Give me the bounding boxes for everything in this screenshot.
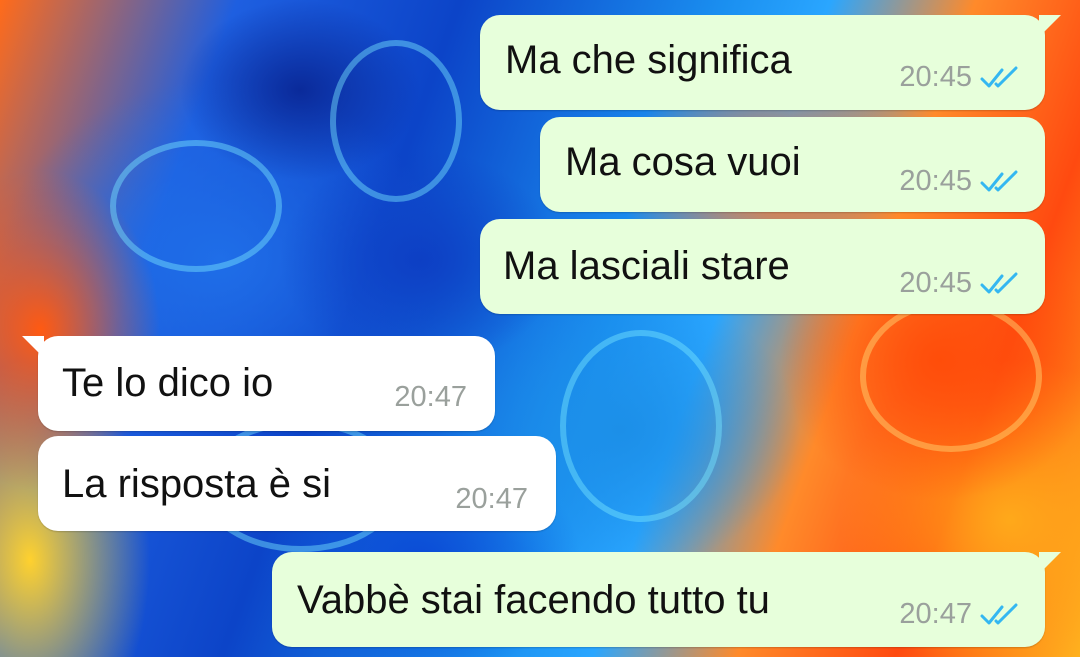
wallpaper-swirl <box>860 300 1042 452</box>
read-double-check-icon <box>980 603 1018 624</box>
message-time: 20:45 <box>899 165 972 197</box>
bubble-tail <box>1039 552 1061 574</box>
wallpaper-swirl <box>110 140 282 272</box>
outgoing-message-bubble[interactable]: Ma che significa 20:45 <box>480 15 1061 110</box>
incoming-message-bubble[interactable]: La risposta è si 20:47 <box>38 436 556 531</box>
outgoing-message-bubble[interactable]: Vabbè stai facendo tutto tu 20:47 <box>272 552 1061 647</box>
message-time: 20:47 <box>899 598 972 630</box>
message-meta: 20:47 <box>455 485 528 514</box>
message-text: Ma lasciali stare <box>503 244 790 288</box>
bubble-tail <box>1039 15 1061 37</box>
message-meta: 20:45 <box>899 63 1022 92</box>
message-text: Te lo dico io <box>62 361 274 405</box>
message-time: 20:45 <box>899 61 972 93</box>
read-double-check-icon <box>980 66 1018 87</box>
message-meta: 20:47 <box>394 383 467 412</box>
message-time: 20:47 <box>394 381 467 413</box>
message-text: Ma cosa vuoi <box>565 140 801 184</box>
message-text: Vabbè stai facendo tutto tu <box>297 578 770 622</box>
outgoing-message-bubble[interactable]: Ma cosa vuoi 20:45 <box>540 117 1045 212</box>
outgoing-message-bubble[interactable]: Ma lasciali stare 20:45 <box>480 219 1045 314</box>
message-meta: 20:45 <box>899 269 1022 298</box>
message-meta: 20:47 <box>899 600 1022 629</box>
incoming-message-bubble[interactable]: Te lo dico io 20:47 <box>22 336 495 431</box>
read-double-check-icon <box>980 170 1018 191</box>
wallpaper-swirl <box>560 330 722 522</box>
message-meta: 20:45 <box>899 167 1022 196</box>
message-time: 20:47 <box>455 483 528 515</box>
message-text: La risposta è si <box>62 462 332 506</box>
wallpaper-swirl <box>330 40 462 202</box>
read-double-check-icon <box>980 272 1018 293</box>
message-time: 20:45 <box>899 267 972 299</box>
message-text: Ma che significa <box>505 38 792 82</box>
bubble-tail <box>22 336 44 358</box>
